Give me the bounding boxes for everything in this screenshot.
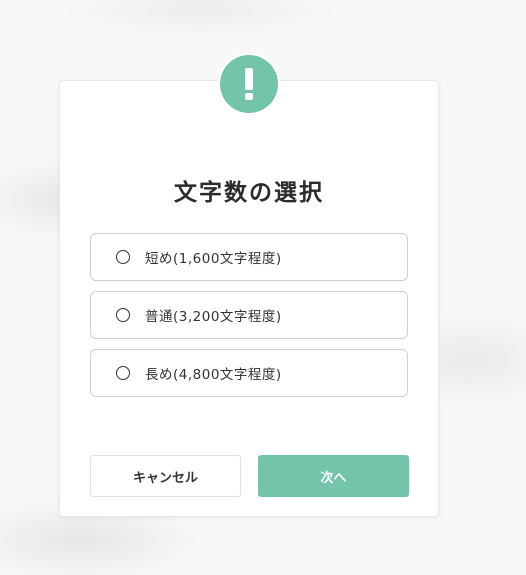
alert-badge [218,53,280,115]
option-label: 長め(4,800文字程度) [145,367,282,383]
option-label: 普通(3,200文字程度) [145,309,282,325]
option-label: 短め(1,600文字程度) [145,251,282,267]
dialog-title: 文字数の選択 [174,180,324,206]
word-count-dialog: 文字数の選択 短め(1,600文字程度) 普通(3,200文字程度) 長め(4,… [59,53,439,517]
radio-button[interactable] [116,308,130,322]
option-normal[interactable]: 普通(3,200文字程度) [90,291,408,339]
option-long[interactable]: 長め(4,800文字程度) [90,349,408,397]
radio-button[interactable] [116,366,130,380]
option-short[interactable]: 短め(1,600文字程度) [90,233,408,281]
radio-button[interactable] [116,250,130,264]
cancel-button[interactable]: キャンセル [90,455,241,497]
exclamation-icon [220,55,278,113]
next-button[interactable]: 次へ [258,455,409,497]
